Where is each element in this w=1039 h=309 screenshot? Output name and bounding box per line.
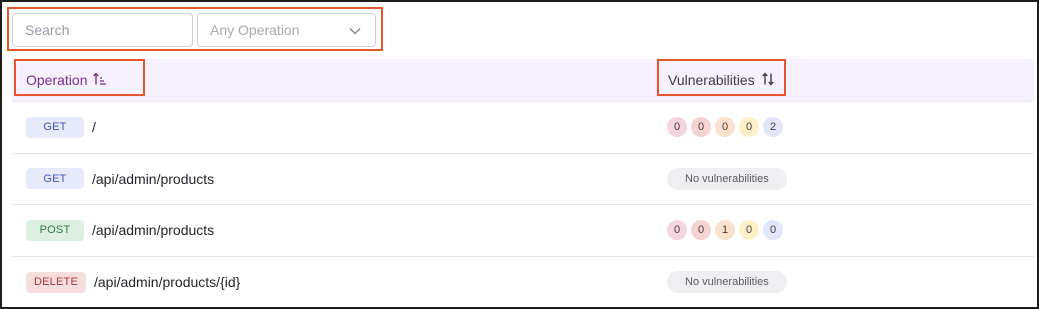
- operation-cell: GET /api/admin/products: [12, 168, 658, 190]
- critical-count: 0: [667, 117, 687, 138]
- high-count: 0: [691, 117, 711, 138]
- high-count: 0: [691, 220, 711, 241]
- window-frame: Any Operation Operation: [0, 0, 1039, 309]
- info-count: 0: [763, 220, 783, 241]
- vulnerability-counts: No vulnerabilities: [658, 271, 787, 294]
- operation-path: /api/admin/products/{id}: [94, 274, 241, 291]
- critical-count: 0: [667, 220, 687, 241]
- operation-filter-placeholder: Any Operation: [210, 22, 300, 38]
- table-row[interactable]: DELETE /api/admin/products/{id} No vulne…: [12, 257, 1034, 309]
- search-box[interactable]: [12, 13, 222, 47]
- medium-count: 1: [715, 220, 735, 241]
- low-count: 0: [739, 117, 759, 138]
- vulnerability-counts: 0 0 1 0 0: [658, 220, 783, 241]
- table-row[interactable]: GET /api/admin/products No vulnerabiliti…: [12, 154, 1034, 205]
- medium-count: 0: [715, 117, 735, 138]
- sort-toggle-icon[interactable]: [761, 71, 775, 89]
- operation-filter-select[interactable]: Any Operation: [197, 13, 376, 47]
- vulnerability-counts: No vulnerabilities: [658, 167, 787, 190]
- method-badge-post: POST: [26, 219, 84, 241]
- method-badge-delete: DELETE: [26, 271, 86, 293]
- operation-path: /api/admin/products: [92, 222, 215, 239]
- search-input[interactable]: [25, 22, 206, 38]
- method-badge-get: GET: [26, 168, 84, 190]
- operation-cell: POST /api/admin/products: [12, 219, 658, 241]
- vulnerability-counts: 0 0 0 0 2: [658, 117, 783, 138]
- column-header-operation[interactable]: Operation: [12, 71, 658, 89]
- operation-cell: DELETE /api/admin/products/{id}: [12, 271, 658, 293]
- info-count: 2: [763, 117, 783, 138]
- table-row[interactable]: POST /api/admin/products 0 0 1 0 0: [12, 205, 1034, 257]
- chevron-down-icon: [349, 22, 361, 38]
- column-header-vulnerabilities[interactable]: Vulnerabilities: [658, 71, 775, 89]
- no-vulnerabilities-badge: No vulnerabilities: [667, 271, 787, 294]
- operation-path: /: [92, 119, 96, 136]
- operations-table: Operation Vulnerabilities GET / 0 0 0 0 …: [12, 59, 1034, 308]
- sort-ascending-icon[interactable]: [93, 71, 107, 89]
- operation-cell: GET /: [12, 116, 658, 138]
- low-count: 0: [739, 220, 759, 241]
- table-header: Operation Vulnerabilities: [12, 59, 1034, 102]
- table-row[interactable]: GET / 0 0 0 0 2: [12, 102, 1034, 154]
- no-vulnerabilities-badge: No vulnerabilities: [667, 167, 787, 190]
- method-badge-get: GET: [26, 116, 84, 138]
- operation-path: /api/admin/products: [92, 170, 215, 187]
- column-label-operation: Operation: [26, 72, 88, 88]
- column-label-vulnerabilities: Vulnerabilities: [668, 72, 755, 88]
- filter-toolbar: Any Operation: [12, 13, 376, 48]
